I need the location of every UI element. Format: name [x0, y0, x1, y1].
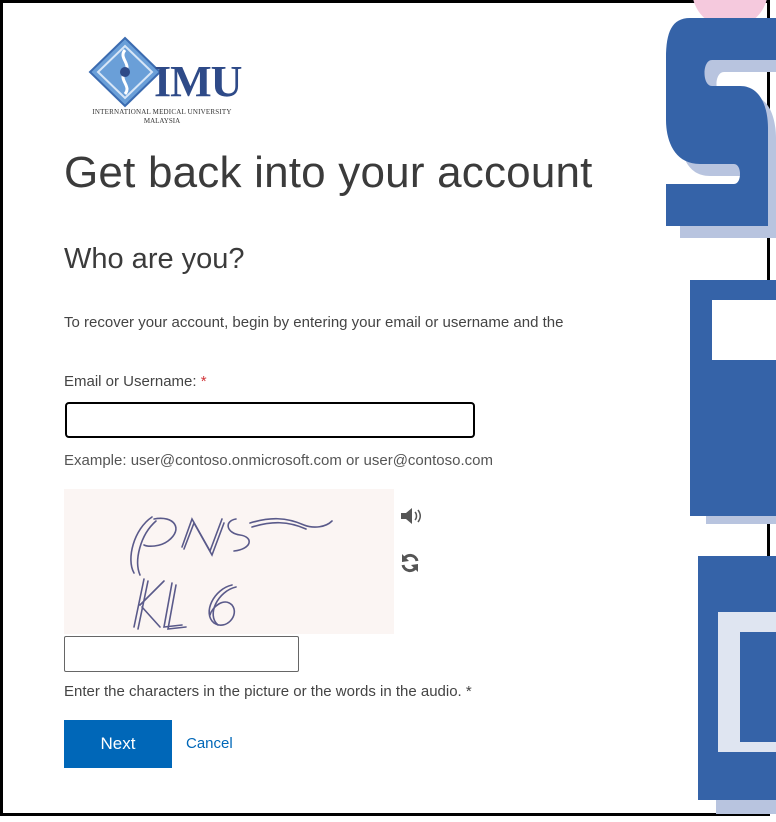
required-mark: *: [200, 373, 207, 390]
logo-text: IMU: [154, 57, 242, 106]
speaker-icon[interactable]: [400, 506, 422, 526]
next-button[interactable]: Next: [64, 720, 172, 768]
email-label: Email or Username: *: [64, 373, 207, 390]
logo-emblem-icon: [88, 36, 162, 108]
captcha-hint: Enter the characters in the picture or t…: [64, 683, 472, 700]
refresh-icon[interactable]: [399, 552, 421, 574]
captcha-image: [64, 489, 394, 634]
page-subtitle: Who are you?: [64, 243, 245, 275]
captcha-glyphs: [130, 516, 333, 630]
captcha-input[interactable]: [64, 636, 299, 672]
page-title: Get back into your account: [64, 148, 593, 197]
logo-subtitle: INTERNATIONAL MEDICAL UNIVERSITY: [92, 108, 232, 116]
imu-logo: IMU INTERNATIONAL MEDICAL UNIVERSITY MAL…: [62, 30, 262, 125]
cancel-link[interactable]: Cancel: [186, 735, 233, 752]
email-label-text: Email or Username:: [64, 373, 197, 390]
logo-country: MALAYSIA: [143, 117, 181, 125]
decorative-overlay: [666, 0, 776, 814]
intro-text: To recover your account, begin by enteri…: [64, 314, 564, 331]
email-field[interactable]: [65, 402, 475, 438]
email-example: Example: user@contoso.onmicrosoft.com or…: [64, 452, 493, 469]
